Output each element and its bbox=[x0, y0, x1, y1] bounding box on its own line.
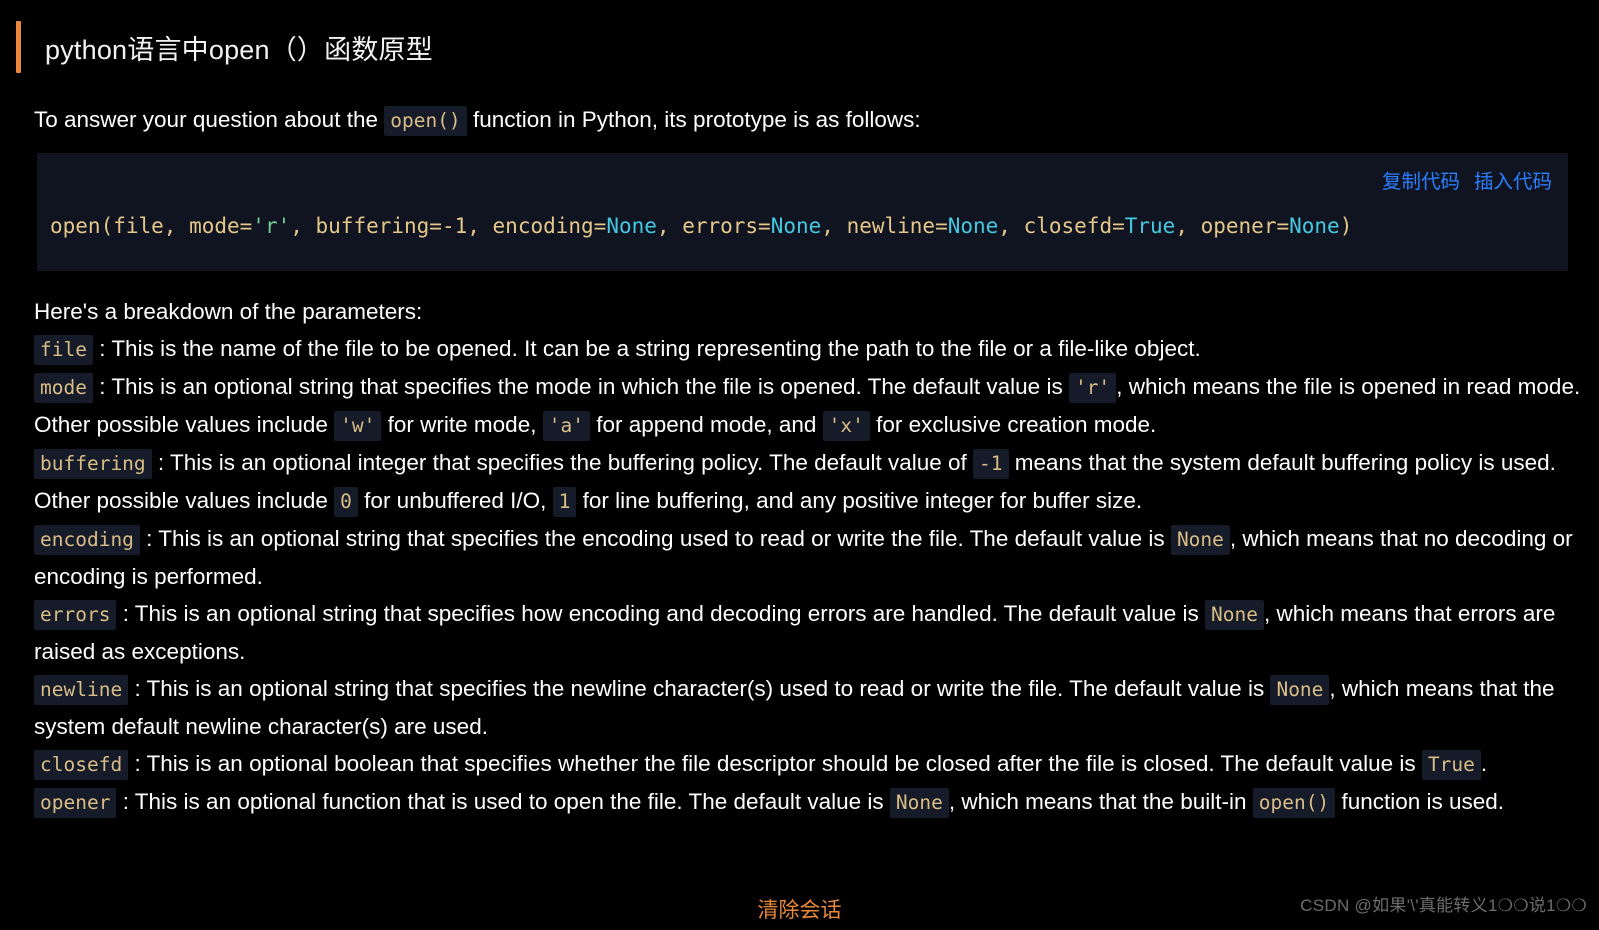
code-token-plain: , errors= bbox=[656, 214, 771, 238]
parameter-row: mode : This is an optional string that s… bbox=[34, 368, 1583, 444]
code-token-number: -1 bbox=[441, 214, 468, 238]
page-title-row: python语言中open（）函数原型 bbox=[0, 14, 1599, 80]
intro-text-before: To answer your question about the bbox=[34, 107, 385, 132]
clear-session-button[interactable]: 清除会话 bbox=[758, 894, 842, 924]
parameter-row: opener : This is an optional function th… bbox=[34, 783, 1583, 821]
parameter-row: file : This is the name of the file to b… bbox=[34, 330, 1583, 368]
inline-code-value: 1 bbox=[552, 487, 577, 517]
inline-code-value: 'w' bbox=[334, 411, 382, 441]
parameter-name-code: closefd bbox=[34, 750, 129, 780]
parameter-description-text: : This is an optional string that specif… bbox=[116, 601, 1206, 626]
answer-content: To answer your question about the open()… bbox=[0, 101, 1599, 139]
title-accent-bar bbox=[16, 21, 21, 73]
inline-code-value: 'a' bbox=[542, 411, 590, 441]
inline-code-value: 0 bbox=[334, 487, 358, 517]
insert-code-button[interactable]: 插入代码 bbox=[1474, 165, 1552, 194]
code-block-toolbar: 复制代码 插入代码 bbox=[1382, 165, 1552, 194]
parameter-row: newline : This is an optional string tha… bbox=[34, 670, 1583, 745]
parameter-description-text: for line buffering, and any positive int… bbox=[576, 488, 1143, 513]
code-token-plain: , encoding= bbox=[467, 214, 607, 238]
parameter-name-code: newline bbox=[34, 675, 129, 705]
intro-paragraph: To answer your question about the open()… bbox=[34, 101, 1583, 139]
inline-code-open: open() bbox=[384, 106, 467, 136]
parameter-description-text: : This is an optional string that specif… bbox=[92, 374, 1069, 399]
parameter-description-text: for exclusive creation mode. bbox=[869, 412, 1157, 437]
parameter-name-code: errors bbox=[34, 600, 117, 630]
code-block: 复制代码 插入代码 open(file, mode='r', buffering… bbox=[37, 153, 1568, 271]
inline-code-value: 'r' bbox=[1068, 373, 1117, 403]
code-token-plain: , buffering= bbox=[290, 214, 442, 238]
code-token-string: 'r' bbox=[252, 214, 291, 238]
inline-code-value: open() bbox=[1252, 788, 1336, 818]
parameter-description-text: function is used. bbox=[1335, 789, 1505, 814]
parameter-description-text: , which means that the built-in bbox=[948, 789, 1253, 814]
parameter-description-text: : This is an optional string that specif… bbox=[139, 526, 1171, 551]
parameter-row: errors : This is an optional string that… bbox=[34, 595, 1583, 670]
parameter-breakdown: Here's a breakdown of the parameters: fi… bbox=[0, 293, 1599, 821]
code-token-plain: ) bbox=[1339, 214, 1353, 238]
parameter-description-text: : This is an optional function that is u… bbox=[116, 789, 890, 814]
code-token-plain: , newline= bbox=[821, 214, 948, 238]
parameter-row: buffering : This is an optional integer … bbox=[34, 444, 1583, 520]
code-token-const: None bbox=[1289, 214, 1340, 238]
parameter-name-code: opener bbox=[34, 788, 117, 818]
code-token-const: True bbox=[1124, 214, 1176, 238]
parameter-description-text: : This is an optional integer that speci… bbox=[151, 450, 974, 475]
code-token-plain: , opener= bbox=[1175, 214, 1290, 238]
parameter-list: file : This is the name of the file to b… bbox=[34, 330, 1583, 821]
parameter-row: encoding : This is an optional string th… bbox=[34, 520, 1583, 595]
inline-code-value: None bbox=[1270, 675, 1330, 705]
parameter-name-code: file bbox=[34, 335, 93, 365]
inline-code-value: None bbox=[1205, 600, 1265, 630]
parameter-description-text: . bbox=[1480, 751, 1488, 776]
csdn-watermark: CSDN @如果'\'真能转义1❍❍说1❍❍ bbox=[1300, 896, 1587, 915]
parameter-description-text: : This is an optional string that specif… bbox=[128, 676, 1271, 701]
code-content: open(file, mode='r', buffering=-1, encod… bbox=[37, 153, 1568, 271]
parameter-name-code: encoding bbox=[34, 525, 140, 555]
copy-code-button[interactable]: 复制代码 bbox=[1382, 165, 1460, 194]
code-token-const: None bbox=[770, 214, 822, 238]
inline-code-value: -1 bbox=[973, 449, 1009, 479]
parameter-description-text: for unbuffered I/O, bbox=[357, 488, 553, 513]
code-token-plain: , closefd= bbox=[998, 214, 1125, 238]
code-token-const: None bbox=[606, 214, 657, 238]
intro-text-after: function in Python, its prototype is as … bbox=[466, 107, 921, 132]
parameter-row: closefd : This is an optional boolean th… bbox=[34, 745, 1583, 783]
inline-code-value: None bbox=[889, 788, 949, 818]
code-token-plain: open(file, mode= bbox=[50, 214, 253, 238]
inline-code-value: 'x' bbox=[822, 411, 870, 441]
inline-code-value: True bbox=[1421, 750, 1481, 780]
parameter-description-text: : This is the name of the file to be ope… bbox=[92, 336, 1201, 361]
parameter-description-text: for write mode, bbox=[381, 412, 543, 437]
parameter-name-code: buffering bbox=[34, 449, 152, 479]
breakdown-heading: Here's a breakdown of the parameters: bbox=[34, 299, 423, 324]
parameter-description-text: : This is an optional boolean that speci… bbox=[128, 751, 1422, 776]
parameter-name-code: mode bbox=[34, 373, 93, 403]
page-title: python语言中open（）函数原型 bbox=[45, 34, 433, 65]
parameter-description-text: for append mode, and bbox=[589, 412, 823, 437]
code-token-const: None bbox=[947, 214, 999, 238]
inline-code-value: None bbox=[1170, 525, 1230, 555]
